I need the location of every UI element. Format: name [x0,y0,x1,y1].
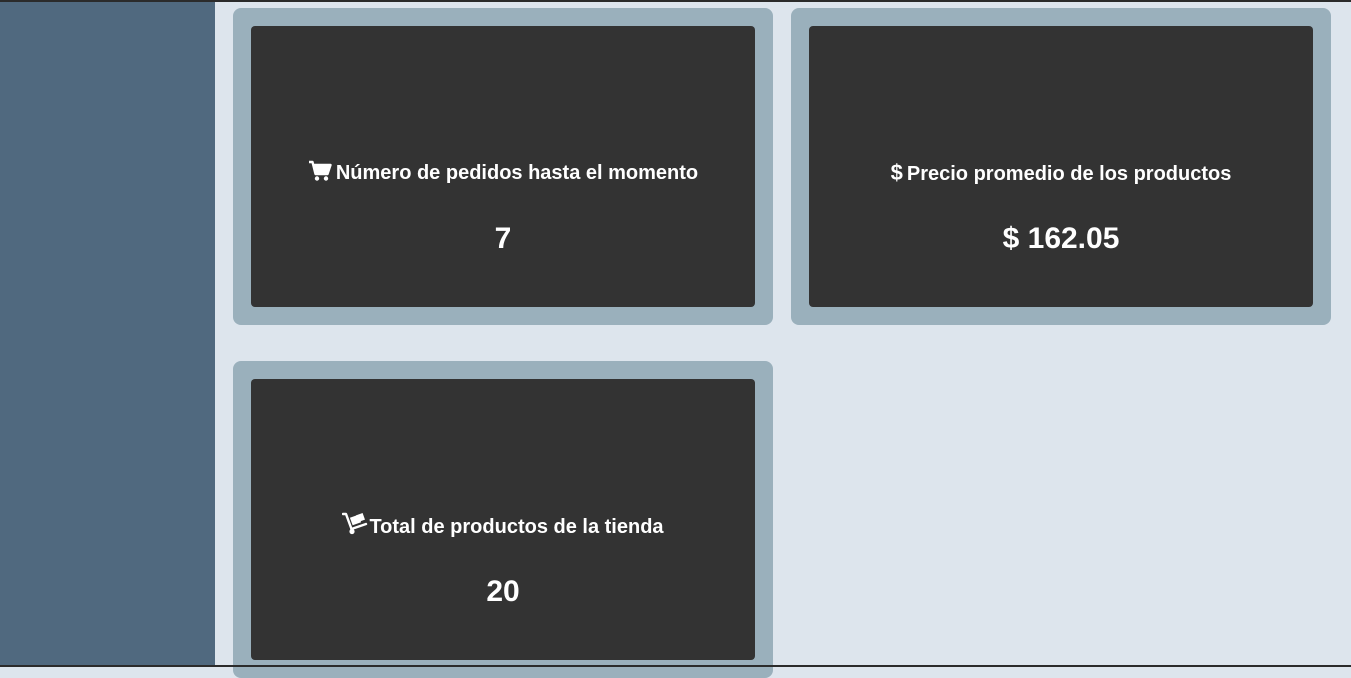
total-products-card-frame: Total de productos de la tienda 20 [233,361,773,678]
orders-card-title: Número de pedidos hasta el momento [336,162,698,184]
orders-card-frame: Número de pedidos hasta el momento 7 [233,8,773,325]
orders-card: Número de pedidos hasta el momento 7 [251,26,755,307]
total-products-card-title-row: Total de productos de la tienda [251,512,755,541]
total-products-card-value: 20 [251,572,755,612]
orders-card-title-row: Número de pedidos hasta el momento [251,159,755,187]
average-price-card-frame: $Precio promedio de los productos $ 162.… [791,8,1331,325]
dolly-icon [342,512,368,536]
average-price-card-title: Precio promedio de los productos [907,163,1232,185]
total-products-card-title: Total de productos de la tienda [369,516,663,538]
average-price-card-title-row: $Precio promedio de los productos [809,159,1313,188]
shopping-cart-icon [308,160,332,182]
average-price-card: $Precio promedio de los productos $ 162.… [809,26,1313,307]
main-content: Número de pedidos hasta el momento 7 $Pr… [215,2,1351,667]
dollar-icon: $ [891,159,903,187]
total-products-card: Total de productos de la tienda 20 [251,379,755,660]
average-price-card-value: $ 162.05 [809,219,1313,259]
orders-card-value: 7 [251,219,755,259]
sidebar [0,2,215,667]
